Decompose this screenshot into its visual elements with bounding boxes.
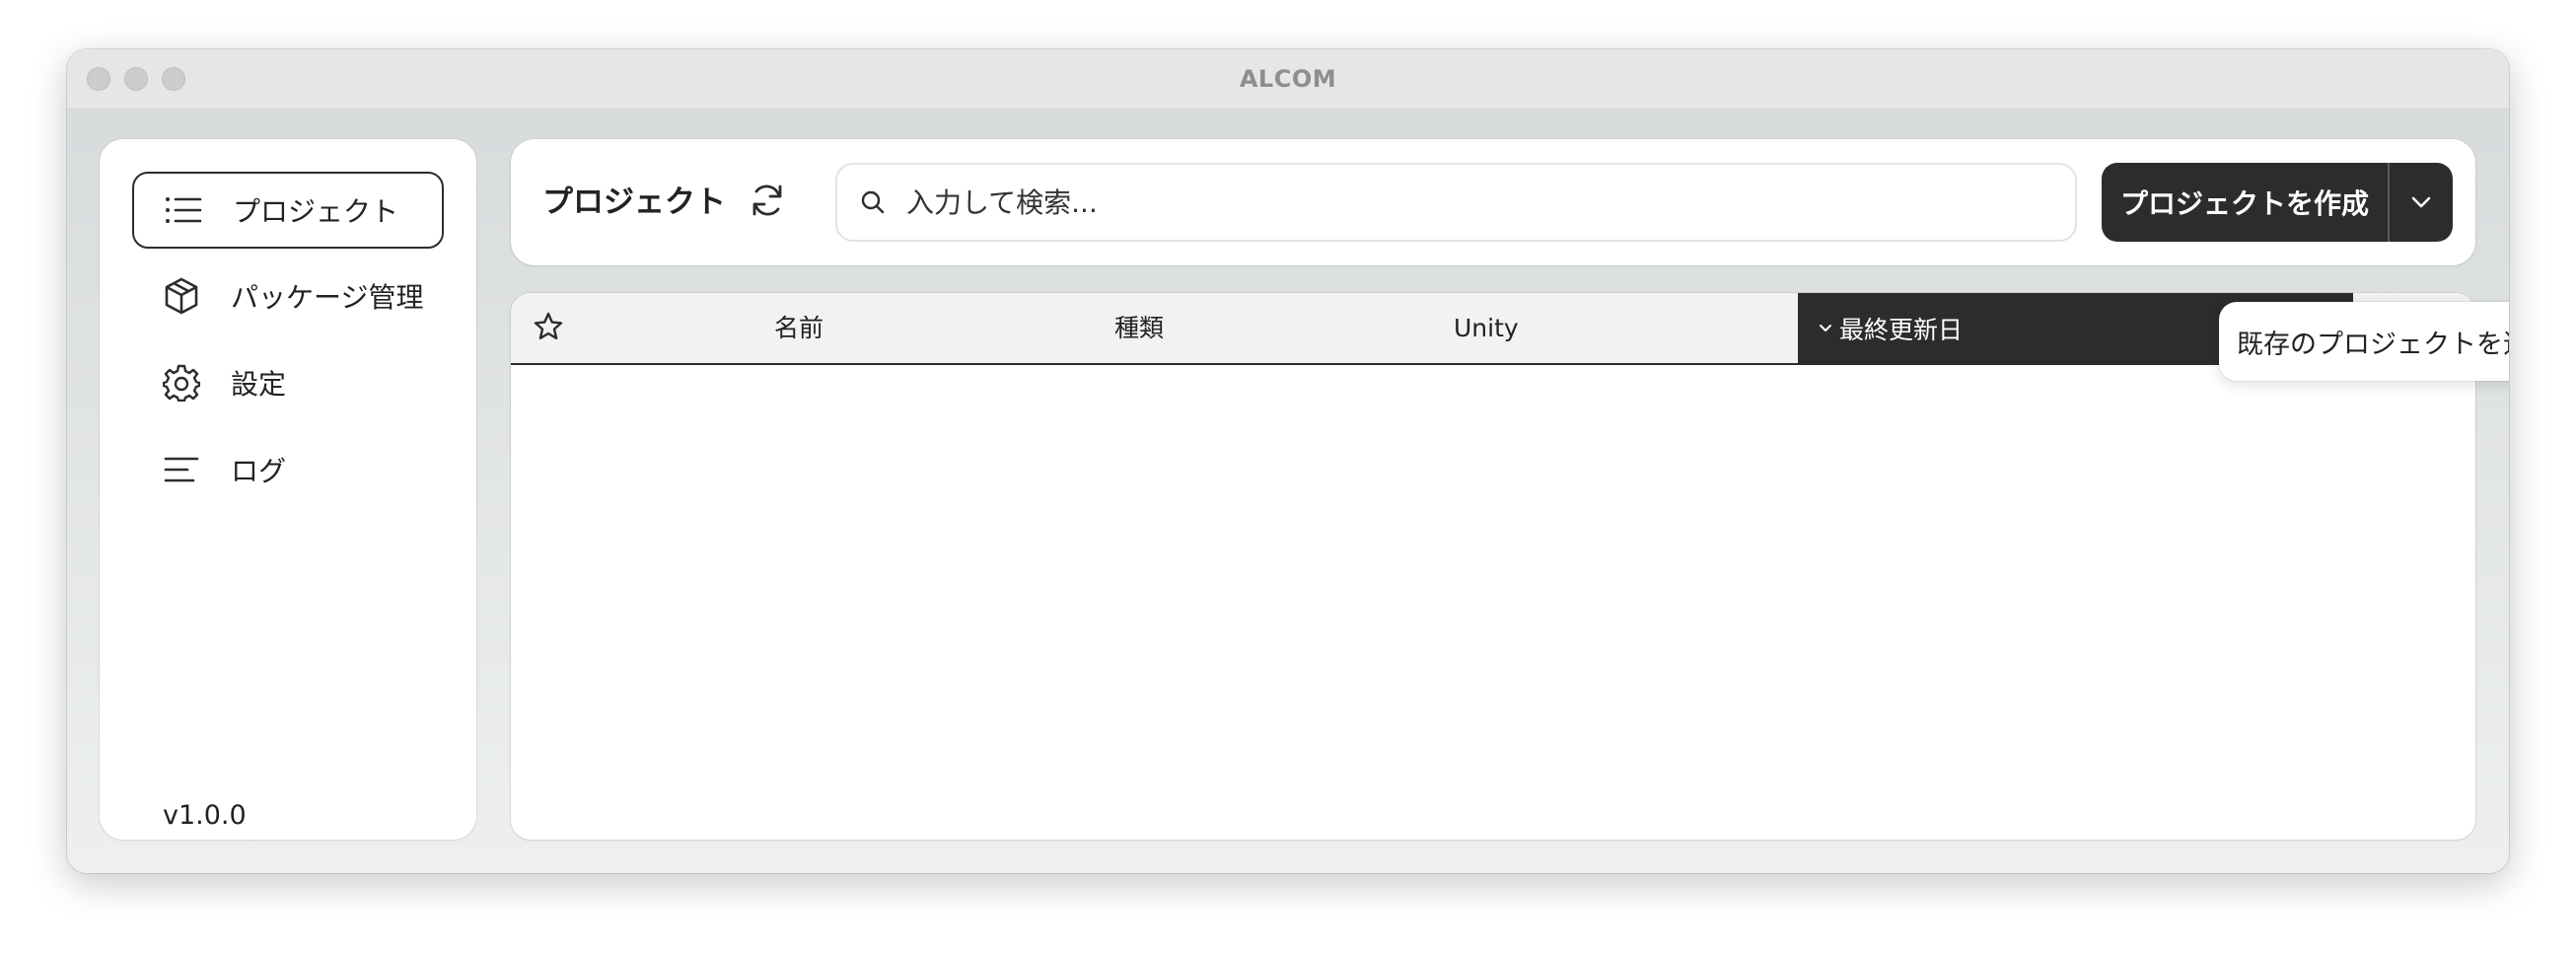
refresh-button[interactable] (748, 183, 787, 222)
sidebar-item-settings[interactable]: 設定 (132, 344, 444, 421)
sidebar-item-label: 設定 (231, 368, 287, 401)
search-input[interactable] (904, 184, 2042, 220)
title-bar: ALCOM (67, 49, 2509, 110)
refresh-icon (749, 182, 786, 223)
create-project-button[interactable]: プロジェクトを作成 (2102, 163, 2388, 242)
sort-descending-icon (1818, 321, 1833, 336)
sidebar-item-logs[interactable]: ログ (132, 431, 444, 508)
chevron-down-icon (2411, 193, 2431, 212)
sidebar-item-label: プロジェクト (233, 195, 399, 228)
page-header: プロジェクト プロジェクトを作成 (511, 139, 2475, 265)
app-version: v1.0.0 (163, 800, 247, 831)
sidebar-item-projects[interactable]: プロジェクト (132, 172, 444, 249)
app-window: ALCOM プロジェクト パッケージ管理 設定 ログ v1.0.0 プロジェクト… (67, 49, 2509, 873)
log-lines-icon (162, 450, 201, 489)
sidebar-item-label: パッケージ管理 (231, 281, 424, 314)
create-project-dropdown-button[interactable] (2390, 163, 2453, 242)
sidebar-item-packages[interactable]: パッケージ管理 (132, 258, 444, 334)
column-header-type[interactable]: 種類 (1114, 293, 1164, 363)
sidebar-item-label: ログ (231, 455, 287, 487)
table-header: 名前 種類 Unity 最終更新日 (511, 293, 2475, 365)
list-icon (164, 190, 203, 230)
column-header-label: 最終更新日 (1839, 315, 1964, 344)
favorite-column-header[interactable] (531, 311, 566, 346)
star-outline-icon (533, 311, 564, 346)
add-existing-project-menu-item[interactable]: 既存のプロジェクトを追加 (2219, 302, 2509, 381)
window-title: ALCOM (1239, 65, 1337, 93)
gear-icon (162, 363, 201, 403)
page-title: プロジェクト (542, 184, 726, 220)
search-icon (859, 188, 887, 216)
package-icon (162, 276, 201, 316)
column-header-unity[interactable]: Unity (1454, 293, 1519, 363)
search-box (835, 163, 2077, 242)
column-header-name[interactable]: 名前 (774, 293, 823, 363)
sidebar: プロジェクト パッケージ管理 設定 ログ v1.0.0 (100, 139, 476, 840)
projects-table: 名前 種類 Unity 最終更新日 (511, 293, 2475, 840)
